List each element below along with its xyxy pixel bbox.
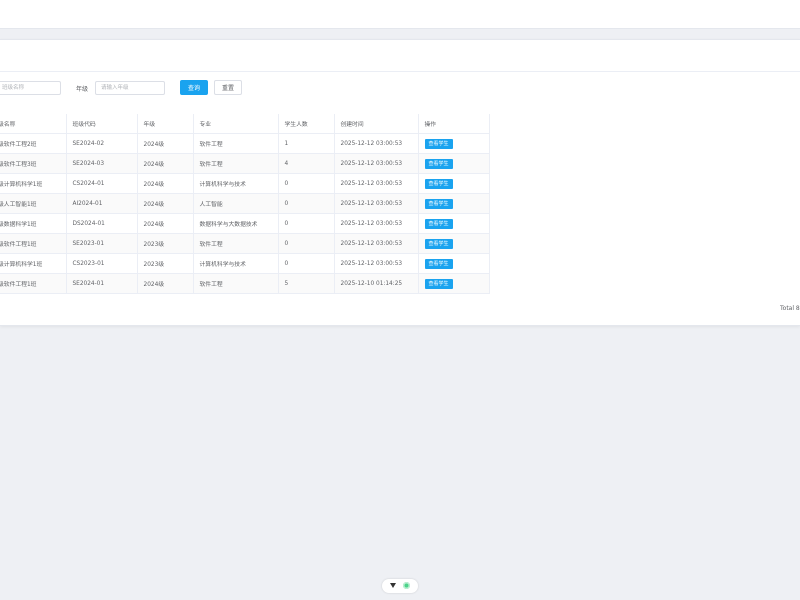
header-class-code: 班级代码 [66,114,138,134]
cell-class-code: SE2024-02 [66,133,138,154]
cell-major: 软件工程 [193,153,279,174]
header-student-count: 学生人数 [278,114,335,134]
cell-actions: 查看学生 [418,193,490,214]
header-created-time: 创建时间 [334,114,419,134]
cell-grade: 2023级 [137,233,194,254]
cell-major: 数据科学与大数据技术 [193,213,279,234]
cell-class-code: SE2024-01 [66,273,138,294]
cell-class-name: 级计算机科学1班 [0,173,67,194]
class-table: 级名称 班级代码 年级 专业 学生人数 创建时间 操作 级软件工程2班 SE20… [0,114,490,294]
table-row: 级人工智能1班 AI2024-01 2024级 人工智能 0 2025-12-1… [0,193,490,214]
cell-class-code: DS2024-01 [66,213,138,234]
cell-class-name: 级数据科学1班 [0,213,67,234]
cell-grade: 2023级 [137,253,194,274]
floating-toolbar[interactable] [382,579,418,593]
cell-student-count: 0 [278,173,335,194]
cell-student-count: 0 [278,253,335,274]
cell-class-code: CS2023-01 [66,253,138,274]
cell-student-count: 0 [278,233,335,254]
cell-created-time: 2025-12-12 03:00:53 [334,233,419,254]
cell-created-time: 2025-12-10 01:14:25 [334,273,419,294]
triangle-down-icon[interactable] [390,583,396,588]
cell-created-time: 2025-12-12 03:00:53 [334,173,419,194]
cell-actions: 查看学生 [418,273,490,294]
grade-input[interactable] [95,81,165,95]
header-class-name: 级名称 [0,114,67,134]
cell-grade: 2024级 [137,193,194,214]
cell-grade: 2024级 [137,153,194,174]
panel-divider [0,71,800,72]
cell-actions: 查看学生 [418,173,490,194]
cell-class-name: 级软件工程2班 [0,133,67,154]
cell-actions: 查看学生 [418,153,490,174]
top-bar [0,0,800,29]
cell-major: 人工智能 [193,193,279,214]
cell-class-code: CS2024-01 [66,173,138,194]
table-row: 级软件工程3班 SE2024-03 2024级 软件工程 4 2025-12-1… [0,153,490,174]
view-students-button[interactable]: 查看学生 [424,258,453,269]
cell-class-name: 级计算机科学1班 [0,253,67,274]
cell-created-time: 2025-12-12 03:00:53 [334,193,419,214]
class-name-input[interactable] [0,81,61,95]
cell-created-time: 2025-12-12 03:00:53 [334,153,419,174]
cell-student-count: 0 [278,193,335,214]
cell-created-time: 2025-12-12 03:00:53 [334,253,419,274]
table-row: 级软件工程1班 SE2024-01 2024级 软件工程 5 2025-12-1… [0,273,490,294]
cell-class-name: 级人工智能1班 [0,193,67,214]
cell-actions: 查看学生 [418,213,490,234]
table-row: 级计算机科学1班 CS2023-01 2023级 计算机科学与技术 0 2025… [0,253,490,274]
cell-student-count: 1 [278,133,335,154]
cell-actions: 查看学生 [418,233,490,254]
cell-class-name: 级软件工程3班 [0,153,67,174]
view-students-button[interactable]: 查看学生 [424,178,453,189]
cell-major: 软件工程 [193,273,279,294]
view-students-button[interactable]: 查看学生 [424,278,453,289]
header-major: 专业 [193,114,279,134]
cell-created-time: 2025-12-12 03:00:53 [334,213,419,234]
view-students-button[interactable]: 查看学生 [424,238,453,249]
table-row: 级计算机科学1班 CS2024-01 2024级 计算机科学与技术 0 2025… [0,173,490,194]
table-row: 级软件工程1班 SE2023-01 2023级 软件工程 0 2025-12-1… [0,233,490,254]
view-students-button[interactable]: 查看学生 [424,138,453,149]
cell-major: 计算机科学与技术 [193,253,279,274]
cell-actions: 查看学生 [418,253,490,274]
query-button[interactable]: 查询 [180,80,208,95]
table-row: 级软件工程2班 SE2024-02 2024级 软件工程 1 2025-12-1… [0,133,490,154]
header-grade: 年级 [137,114,194,134]
cell-class-name: 级软件工程1班 [0,233,67,254]
pagination-total: Total 8 [780,305,800,312]
cell-actions: 查看学生 [418,133,490,154]
cell-major: 软件工程 [193,133,279,154]
reset-button[interactable]: 重置 [214,80,242,95]
class-management-panel: 年级 查询 重置 级名称 班级代码 年级 专业 学生人数 创建时间 操作 [0,39,800,326]
cell-class-name: 级软件工程1班 [0,273,67,294]
cell-major: 计算机科学与技术 [193,173,279,194]
cell-grade: 2024级 [137,173,194,194]
cell-class-code: AI2024-01 [66,193,138,214]
cell-student-count: 0 [278,213,335,234]
view-students-button[interactable]: 查看学生 [424,218,453,229]
search-form: 年级 查询 重置 [0,80,800,96]
cell-class-code: SE2024-03 [66,153,138,174]
cell-grade: 2024级 [137,213,194,234]
cell-grade: 2024级 [137,133,194,154]
cell-student-count: 4 [278,153,335,174]
cell-grade: 2024级 [137,273,194,294]
header-actions: 操作 [418,114,490,134]
green-dot-icon[interactable] [403,582,410,589]
view-students-button[interactable]: 查看学生 [424,198,453,209]
cell-major: 软件工程 [193,233,279,254]
view-students-button[interactable]: 查看学生 [424,158,453,169]
cell-student-count: 5 [278,273,335,294]
cell-class-code: SE2023-01 [66,233,138,254]
cell-created-time: 2025-12-12 03:00:53 [334,133,419,154]
table-header-row: 级名称 班级代码 年级 专业 学生人数 创建时间 操作 [0,114,490,134]
table-row: 级数据科学1班 DS2024-01 2024级 数据科学与大数据技术 0 202… [0,213,490,234]
grade-label: 年级 [76,86,89,93]
